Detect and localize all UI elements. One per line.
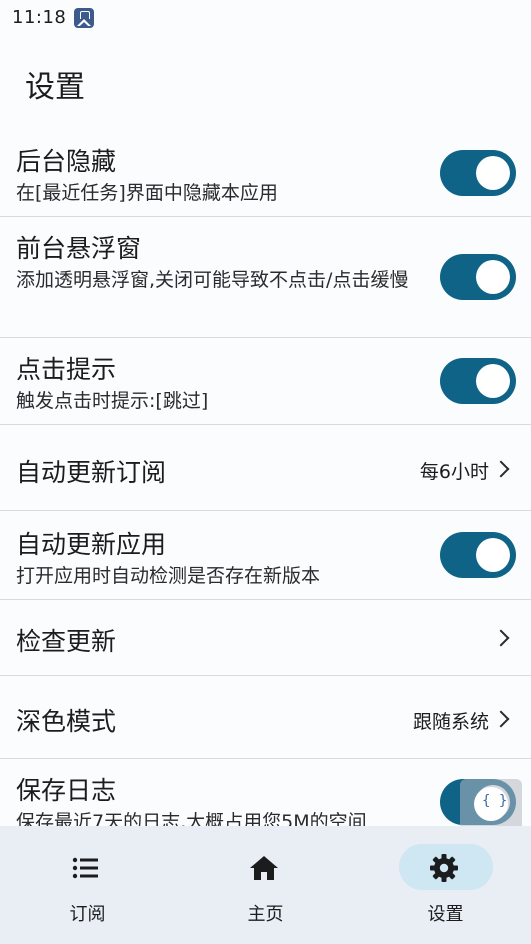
setting-auto-update-app[interactable]: 自动更新应用 打开应用时自动检测是否存在新版本 (0, 511, 531, 600)
setting-title: 保存日志 (16, 776, 117, 805)
setting-dark-mode[interactable]: 深色模式 跟随系统 (0, 676, 531, 759)
setting-save-log[interactable]: 保存日志 保存最近7天的日志,大概占用您5M的空间 (0, 759, 531, 826)
gear-icon (430, 854, 458, 882)
nav-label: 主页 (247, 904, 284, 925)
status-time: 11:18 (12, 7, 67, 28)
toggle-knob (476, 156, 510, 190)
setting-click-tip[interactable]: 点击提示 触发点击时提示:[跳过] (0, 338, 531, 425)
setting-title: 自动更新订阅 (16, 458, 167, 487)
nav-item-settings[interactable]: 设置 (357, 826, 531, 944)
list-icon (72, 857, 98, 879)
setting-value: 跟随系统 (412, 711, 489, 733)
hide-background-toggle[interactable] (440, 150, 516, 196)
setting-description: 打开应用时自动检测是否存在新版本 (16, 565, 321, 587)
toggle-knob (476, 538, 510, 572)
game-controller-icon (74, 8, 94, 28)
setting-title: 后台隐藏 (16, 147, 117, 176)
setting-title: 检查更新 (16, 627, 117, 656)
setting-description: 在[最近任务]界面中隐藏本应用 (16, 182, 278, 204)
click-tip-toggle[interactable] (440, 358, 516, 404)
home-icon (250, 856, 278, 880)
nav-label: 订阅 (69, 904, 106, 925)
setting-title: 前台悬浮窗 (16, 234, 142, 263)
setting-title: 点击提示 (16, 355, 117, 384)
chevron-right-icon (492, 629, 510, 647)
bottom-navigation: 订阅 主页 设置 (0, 826, 531, 944)
nav-item-home[interactable]: 主页 (177, 826, 354, 944)
status-bar: 11:18 (0, 0, 531, 36)
robot-icon (474, 787, 508, 821)
chevron-right-icon (492, 460, 510, 478)
toggle-knob (476, 364, 510, 398)
setting-hide-background[interactable]: 后台隐藏 在[最近任务]界面中隐藏本应用 (0, 130, 531, 217)
page-title: 设置 (25, 70, 85, 105)
setting-description: 添加透明悬浮窗,关闭可能导致不点击/点击缓慢 (16, 269, 409, 291)
floating-assistant-widget[interactable] (460, 779, 522, 831)
setting-value: 每6小时 (419, 461, 489, 483)
nav-item-subscription[interactable]: 订阅 (0, 826, 176, 944)
settings-list[interactable]: 后台隐藏 在[最近任务]界面中隐藏本应用 前台悬浮窗 添加透明悬浮窗,关闭可能导… (0, 130, 531, 826)
setting-description: 触发点击时提示:[跳过] (16, 390, 209, 412)
nav-label: 设置 (427, 904, 464, 925)
chevron-right-icon (492, 710, 510, 728)
setting-check-update[interactable]: 检查更新 (0, 600, 531, 676)
setting-title: 深色模式 (16, 707, 117, 736)
setting-auto-update-subscription[interactable]: 自动更新订阅 每6小时 (0, 425, 531, 511)
setting-description: 保存最近7天的日志,大概占用您5M的空间 (16, 811, 367, 826)
floating-window-toggle[interactable] (440, 254, 516, 300)
setting-floating-window[interactable]: 前台悬浮窗 添加透明悬浮窗,关闭可能导致不点击/点击缓慢 (0, 217, 531, 338)
auto-update-app-toggle[interactable] (440, 532, 516, 578)
setting-title: 自动更新应用 (16, 530, 167, 559)
toggle-knob (476, 260, 510, 294)
